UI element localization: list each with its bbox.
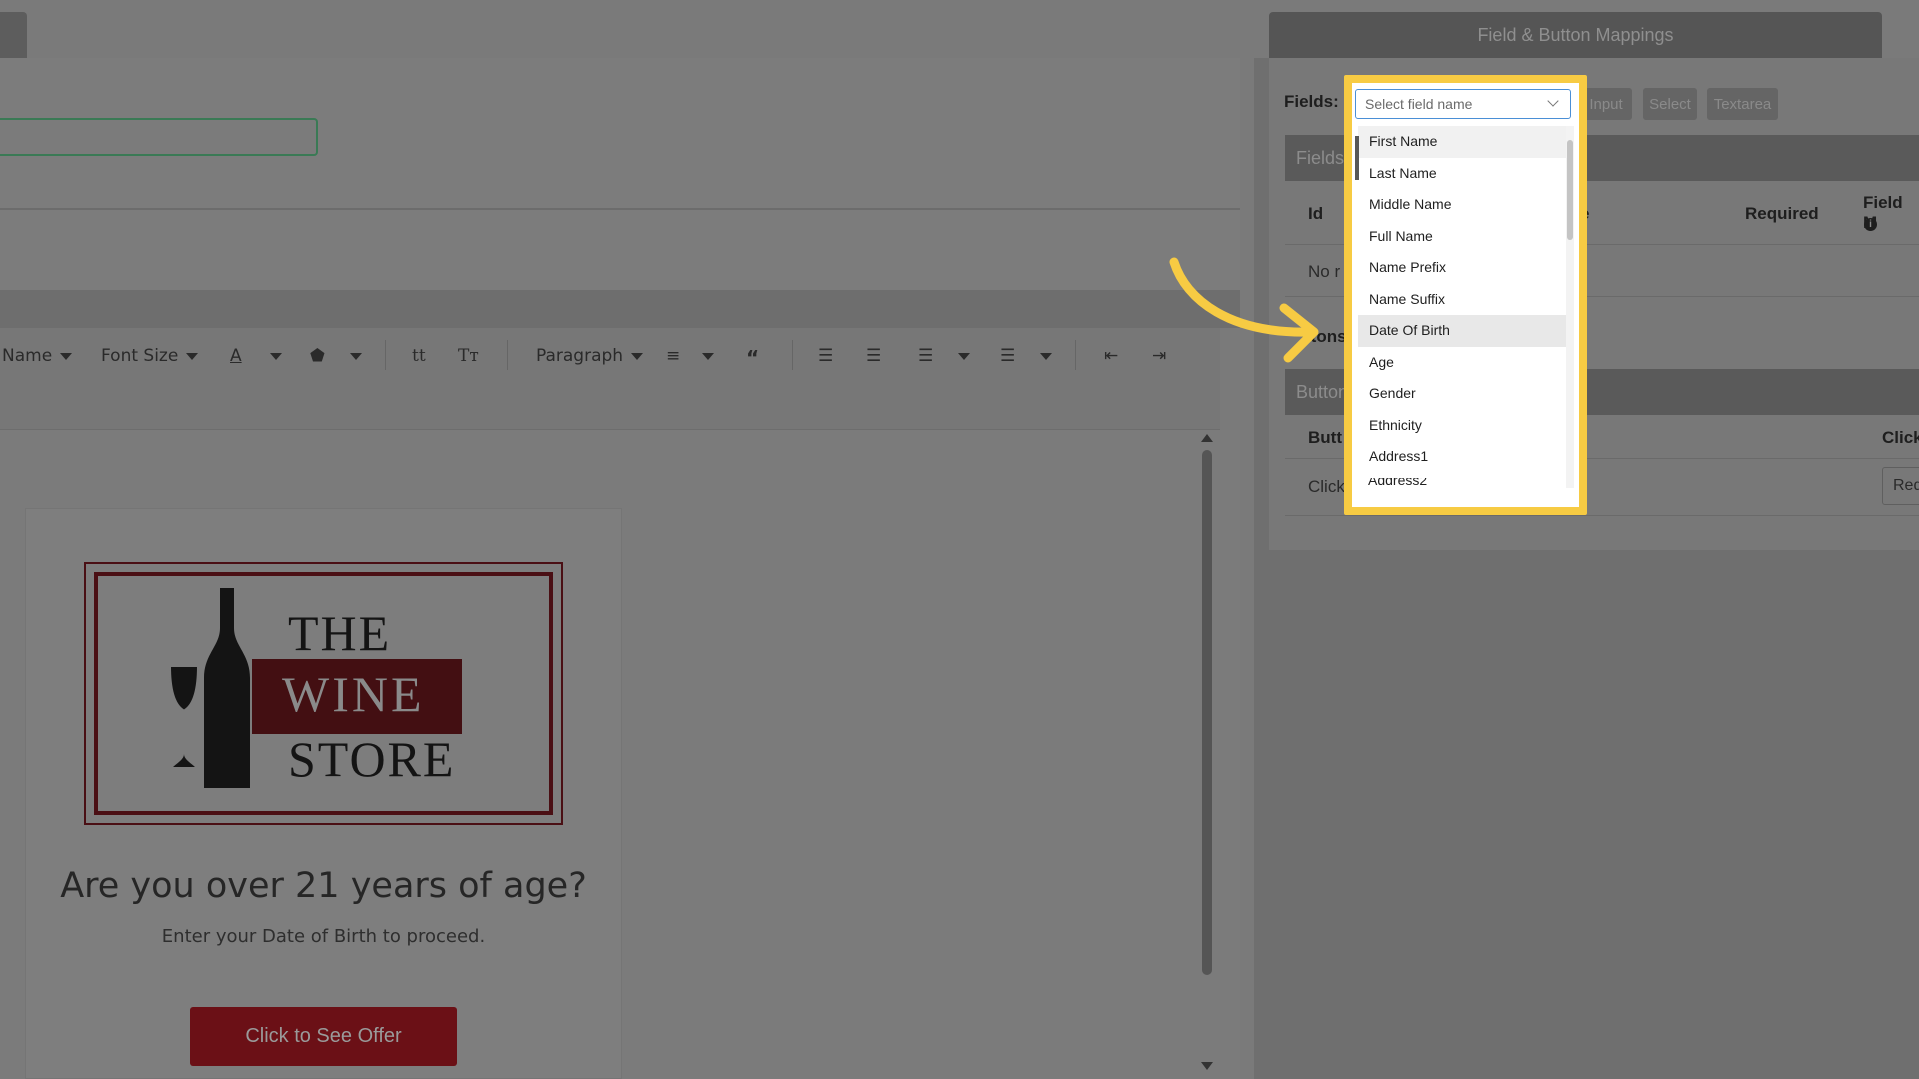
column-header-required: Required (1745, 204, 1819, 223)
editor-toolbar-strip (0, 290, 1240, 328)
small-caps-icon[interactable]: tt (412, 346, 426, 366)
text-color-dropdown[interactable] (262, 346, 282, 366)
dropdown-option-middle-name[interactable]: Middle Name (1358, 189, 1566, 221)
ordered-list-icon[interactable]: ☰ (818, 346, 833, 366)
field-name-select[interactable]: Select field name (1355, 89, 1571, 119)
add-input-button[interactable]: Input (1580, 88, 1632, 120)
align-icon[interactable]: ≡ (666, 346, 680, 366)
editor-settings-area (0, 58, 1240, 290)
highlight-color-dropdown[interactable] (342, 346, 362, 366)
align-dropdown[interactable] (694, 346, 714, 366)
font-size-dropdown[interactable]: Font Size (101, 346, 198, 366)
bullet-list-style-dropdown[interactable] (1032, 346, 1052, 366)
column-header-id: Id (1308, 204, 1324, 223)
dropdown-option-name-prefix[interactable]: Name Prefix (1358, 252, 1566, 284)
fields-section-title: Fields (1296, 147, 1345, 168)
left-tab-stub[interactable] (0, 12, 27, 58)
column-header-button: Butt (1308, 428, 1342, 447)
dropdown-option-date-of-birth[interactable]: Date Of Birth (1358, 315, 1566, 347)
font-name-dropdown[interactable]: Name (2, 346, 72, 366)
logo-text-the: THE (288, 605, 392, 661)
page-name-input[interactable] (0, 118, 318, 156)
redirect-button[interactable]: Red (1882, 467, 1919, 505)
add-textarea-button[interactable]: Textarea (1707, 88, 1778, 120)
dropdown-scrollbar-thumb[interactable] (1567, 140, 1573, 240)
highlight-color-icon[interactable]: ⬟ (310, 346, 325, 366)
dropdown-option-last-name[interactable]: Last Name (1358, 158, 1566, 190)
age-instruction-text: Enter your Date of Birth to proceed. (161, 926, 486, 947)
dropdown-option-first-name[interactable]: First Name (1358, 126, 1566, 158)
info-icon[interactable]: i (1864, 218, 1877, 231)
row-divider (1285, 515, 1919, 516)
see-offer-button[interactable]: Click to See Offer (190, 1007, 457, 1066)
age-question-heading: Are you over 21 years of age? (60, 866, 587, 906)
dropdown-option-ethnicity[interactable]: Ethnicity (1358, 410, 1566, 442)
dropdown-option-partial[interactable]: Address2 (1368, 478, 1448, 490)
toolbar-separator (385, 340, 386, 370)
buttons-section-title: Button (1296, 381, 1349, 402)
rich-text-toolbar: Name Font Size A ⬟ tt Tт Paragraph ≡ “ ☰… (0, 328, 1220, 430)
column-header-click: Click (1882, 428, 1919, 447)
mappings-panel-title: Field & Button Mappings (1269, 12, 1882, 58)
wine-bottle-icon (168, 588, 250, 788)
outdent-icon[interactable]: ⇤ (1104, 346, 1118, 366)
dropdown-option-address1[interactable]: Address1 (1358, 441, 1566, 473)
bullet-list-icon[interactable]: ☰ (866, 346, 881, 366)
field-name-dropdown-list: First Name Last Name Middle Name Full Na… (1358, 126, 1568, 488)
toolbar-separator (507, 340, 508, 370)
title-case-icon[interactable]: Tт (458, 346, 479, 366)
scroll-up-arrow-icon[interactable] (1201, 434, 1213, 442)
scroll-down-arrow-icon[interactable] (1201, 1062, 1213, 1070)
divider (0, 208, 1240, 210)
wine-store-logo: THE WINE STORE (84, 562, 563, 825)
dropdown-option-age[interactable]: Age (1358, 347, 1566, 379)
logo-text-wine: WINE (282, 666, 425, 722)
numbered-list-style-icon[interactable]: ☰ (918, 346, 933, 366)
editor-scrollbar[interactable] (1202, 450, 1212, 975)
numbered-list-style-dropdown[interactable] (950, 346, 970, 366)
bullet-list-style-icon[interactable]: ☰ (1000, 346, 1015, 366)
toolbar-separator (792, 340, 793, 370)
text-color-icon[interactable]: A (230, 346, 242, 366)
add-select-button[interactable]: Select (1643, 88, 1697, 120)
paragraph-dropdown[interactable]: Paragraph (536, 346, 643, 366)
dropdown-option-gender[interactable]: Gender (1358, 378, 1566, 410)
toolbar-separator (1075, 340, 1076, 370)
select-placeholder: Select field name (1365, 96, 1473, 112)
blockquote-icon[interactable]: “ (746, 346, 759, 370)
dropdown-option-name-suffix[interactable]: Name Suffix (1358, 284, 1566, 316)
dropdown-option-full-name[interactable]: Full Name (1358, 221, 1566, 253)
logo-text-store: STORE (288, 731, 456, 787)
pointer-arrow-icon (1169, 257, 1319, 363)
dropdown-left-indicator (1355, 136, 1359, 180)
fields-label: Fields: (1284, 92, 1339, 111)
